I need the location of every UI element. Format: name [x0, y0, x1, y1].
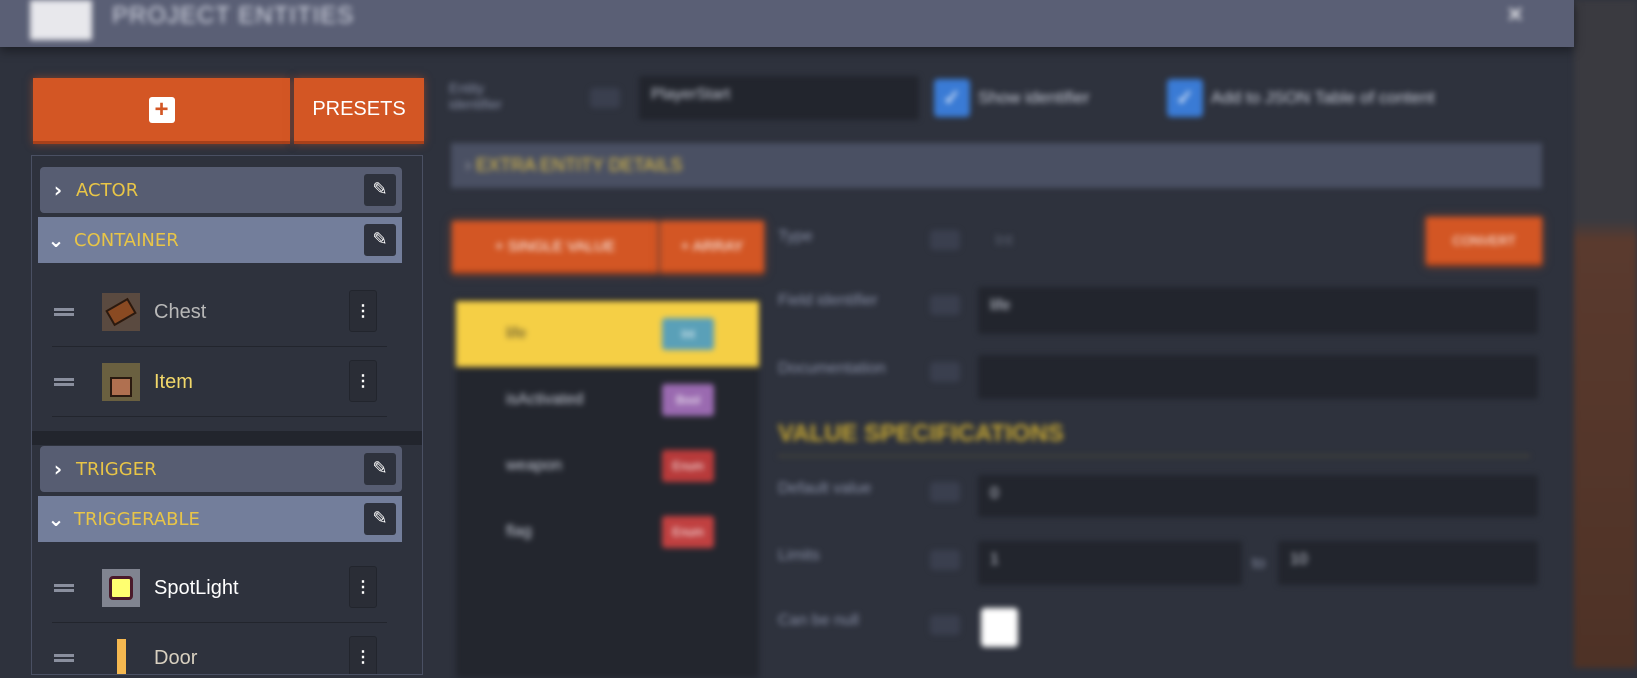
item-icon: [102, 363, 140, 401]
presets-button[interactable]: PRESETS: [294, 78, 424, 144]
window-title: PROJECT ENTITIES: [112, 2, 355, 29]
help-icon[interactable]: [930, 615, 960, 635]
limit-min-input[interactable]: 1: [978, 541, 1242, 585]
entity-identifier-input[interactable]: PlayerStart: [639, 76, 919, 120]
tag-label: TRIGGERABLE: [74, 508, 200, 530]
divider: [32, 431, 422, 445]
add-array-button[interactable]: + ARRAY: [660, 221, 764, 274]
field-type-badge: Enum: [662, 516, 714, 548]
help-icon[interactable]: [590, 88, 620, 108]
add-entity-button[interactable]: +: [33, 78, 290, 144]
show-identifier-checkbox[interactable]: ✓: [934, 79, 970, 117]
add-single-value-button[interactable]: + SINGLE VALUE: [452, 221, 658, 274]
type-label: Type: [778, 228, 813, 245]
limits-label: Limits: [778, 547, 820, 564]
extra-details-label: EXTRA ENTITY DETAILS: [476, 155, 683, 175]
tag-label: ACTOR: [76, 179, 139, 201]
show-identifier-label: Show identifier: [978, 88, 1090, 107]
plus-icon: +: [148, 96, 175, 123]
drag-handle-icon[interactable]: [54, 308, 74, 316]
field-identifier-label: Field identifier: [778, 292, 878, 309]
default-value-label: Default value: [778, 480, 872, 497]
field-type-badge: Enum: [662, 450, 714, 482]
pencil-icon[interactable]: ✎: [364, 224, 396, 256]
convert-button[interactable]: CONVERT: [1426, 217, 1542, 266]
pencil-icon[interactable]: ✎: [364, 503, 396, 535]
more-vert-icon[interactable]: ⋮: [349, 636, 377, 674]
entity-name: Door: [154, 646, 198, 669]
field-type-badge: Bool: [662, 384, 714, 416]
field-name: weapon: [506, 457, 563, 474]
entity-spotlight[interactable]: SpotLight ⋮: [52, 554, 387, 623]
default-value-input[interactable]: 0: [978, 475, 1538, 517]
drag-handle-icon[interactable]: [54, 584, 74, 592]
drag-handle-icon[interactable]: [54, 378, 74, 386]
tag-triggerable[interactable]: ⌄ TRIGGERABLE ✎: [38, 496, 402, 542]
help-icon[interactable]: [930, 230, 960, 250]
chevron-right-icon: ›: [465, 155, 476, 175]
json-toc-label: Add to JSON Table of content: [1211, 88, 1435, 107]
type-value: Int: [995, 232, 1013, 249]
field-list: life Int isActivated Bool weapon Enum flag E…: [456, 298, 759, 678]
spotlight-icon: [102, 569, 140, 607]
chevron-down-icon: ⌄: [47, 228, 65, 252]
more-vert-icon[interactable]: ⋮: [349, 566, 377, 608]
more-vert-icon[interactable]: ⋮: [349, 290, 377, 332]
window-header: PROJECT ENTITIES ✕: [0, 0, 1574, 47]
field-name: life: [506, 325, 527, 342]
help-icon[interactable]: [930, 295, 960, 315]
tag-label: TRIGGER: [76, 458, 157, 480]
entity-logo-icon: [30, 0, 92, 40]
field-row-life[interactable]: life Int: [456, 301, 759, 367]
tag-actor[interactable]: › ACTOR ✎: [40, 167, 402, 213]
entity-chest[interactable]: Chest ⋮: [52, 278, 387, 347]
field-name: isActivated: [506, 391, 584, 408]
documentation-input[interactable]: [978, 355, 1538, 399]
tag-trigger[interactable]: › TRIGGER ✎: [40, 446, 402, 492]
field-row-weapon[interactable]: weapon Enum: [456, 433, 759, 499]
entity-list-panel: › ACTOR ✎ ⌄ CONTAINER ✎ Chest ⋮ Item ⋮ › TRIGGE…: [31, 155, 423, 675]
more-vert-icon[interactable]: ⋮: [349, 360, 377, 402]
documentation-label: Documentation: [778, 360, 886, 377]
tag-container[interactable]: ⌄ CONTAINER ✎: [38, 217, 402, 263]
can-be-null-checkbox[interactable]: [981, 608, 1018, 647]
help-icon[interactable]: [930, 362, 960, 382]
entity-item[interactable]: Item ⋮: [52, 348, 387, 417]
field-row-isactivated[interactable]: isActivated Bool: [456, 367, 759, 433]
chevron-down-icon: ⌄: [47, 507, 65, 531]
chevron-right-icon: ›: [53, 178, 63, 202]
entity-door[interactable]: Door ⋮: [52, 624, 387, 674]
limit-max-input[interactable]: 10: [1278, 541, 1538, 585]
chevron-right-icon: ›: [53, 457, 63, 481]
pencil-icon[interactable]: ✎: [364, 174, 396, 206]
can-be-null-label: Can be null: [778, 612, 859, 629]
drag-handle-icon[interactable]: [54, 654, 74, 662]
entity-name: SpotLight: [154, 576, 239, 599]
door-icon: [102, 639, 140, 674]
entity-identifier-label: Entity identifier: [449, 80, 502, 112]
field-identifier-input[interactable]: life: [978, 287, 1538, 334]
tag-label: CONTAINER: [74, 229, 179, 251]
field-name: flag: [506, 523, 532, 540]
value-spec-heading: VALUE SPECIFICATIONS: [778, 420, 1064, 447]
help-icon[interactable]: [930, 482, 960, 502]
json-toc-checkbox[interactable]: ✓: [1167, 79, 1203, 117]
limits-to-label: to: [1252, 555, 1266, 572]
field-row-flag[interactable]: flag Enum: [456, 499, 759, 565]
divider: [778, 455, 1530, 457]
extra-entity-details-toggle[interactable]: › EXTRA ENTITY DETAILS: [451, 143, 1542, 188]
help-icon[interactable]: [930, 550, 960, 570]
entity-name: Chest: [154, 300, 207, 323]
field-type-badge: Int: [662, 318, 714, 350]
pencil-icon[interactable]: ✎: [364, 453, 396, 485]
close-icon[interactable]: ✕: [1506, 2, 1524, 28]
chest-icon: [102, 293, 140, 331]
entity-name: Item: [154, 370, 193, 393]
game-background: [1574, 0, 1637, 668]
